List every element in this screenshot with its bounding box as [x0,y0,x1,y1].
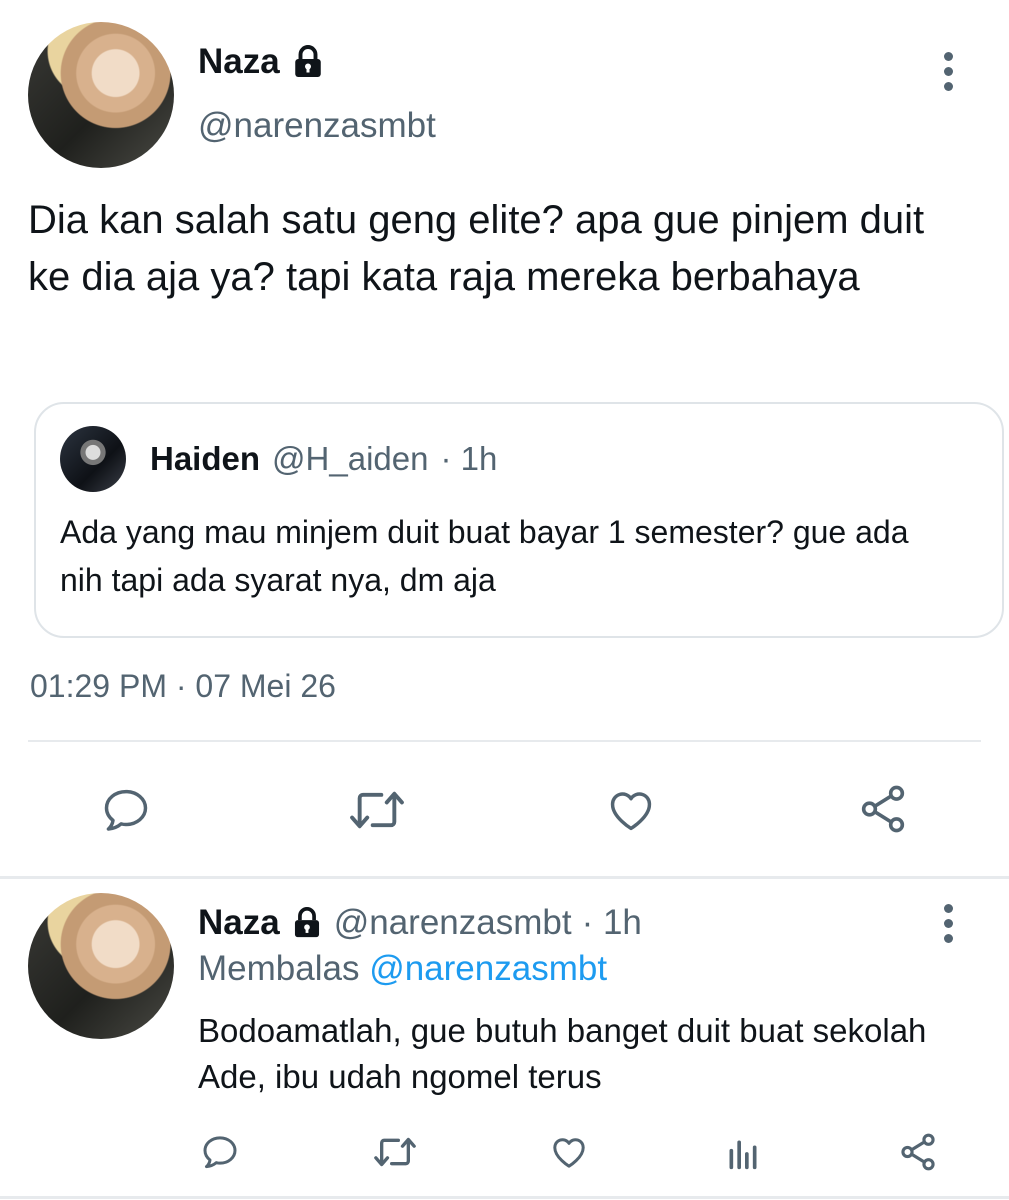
analytics-icon[interactable] [722,1134,764,1174]
more-icon[interactable] [944,904,953,943]
avatar[interactable] [28,893,174,1039]
reply-author[interactable]: Naza @narenzasmbt · 1h [198,903,642,943]
divider [0,1196,1009,1199]
divider [28,740,981,742]
author-handle[interactable]: @narenzasmbt [198,106,436,146]
share-icon[interactable] [855,782,911,836]
author-name[interactable]: Naza [198,903,280,943]
lock-icon [290,906,324,940]
quoted-tweet-text: Ada yang mau minjem duit buat bayar 1 se… [60,514,909,598]
divider [0,876,1009,879]
quoted-tweet-card[interactable]: Haiden @H_aiden · 1h Ada yang mau minjem… [34,402,1004,638]
reply-icon[interactable] [199,1132,241,1172]
quoted-tweet-time: · 1h [440,440,498,477]
replying-to: Membalas @narenzasmbt [198,949,607,989]
share-icon[interactable] [896,1131,940,1173]
author-handle[interactable]: @narenzasmbt [334,903,572,943]
reply-icon[interactable] [99,784,153,836]
like-icon[interactable] [548,1132,590,1172]
reply-text: Bodoamatlah, gue butuh banget duit buat … [198,1012,927,1095]
more-icon[interactable] [944,52,953,91]
tweet-author[interactable]: Naza [198,42,326,82]
quoted-author-handle: @H_aiden [272,440,429,477]
avatar[interactable] [28,22,174,168]
retweet-icon[interactable] [370,1132,420,1172]
reply-time: · 1h [581,903,642,942]
avatar [60,426,126,492]
retweet-icon[interactable] [346,784,408,836]
lock-icon [290,44,326,80]
author-name[interactable]: Naza [198,42,280,82]
tweet-text: Dia kan salah satu geng elite? apa gue p… [28,198,925,299]
like-icon[interactable] [604,784,658,836]
replying-label: Membalas [198,949,360,988]
tweet-timestamp[interactable]: 01:29 PM · 07 Mei 26 [30,668,336,705]
quoted-author-name: Haiden [150,440,261,477]
replying-to-link[interactable]: @narenzasmbt [369,949,607,988]
